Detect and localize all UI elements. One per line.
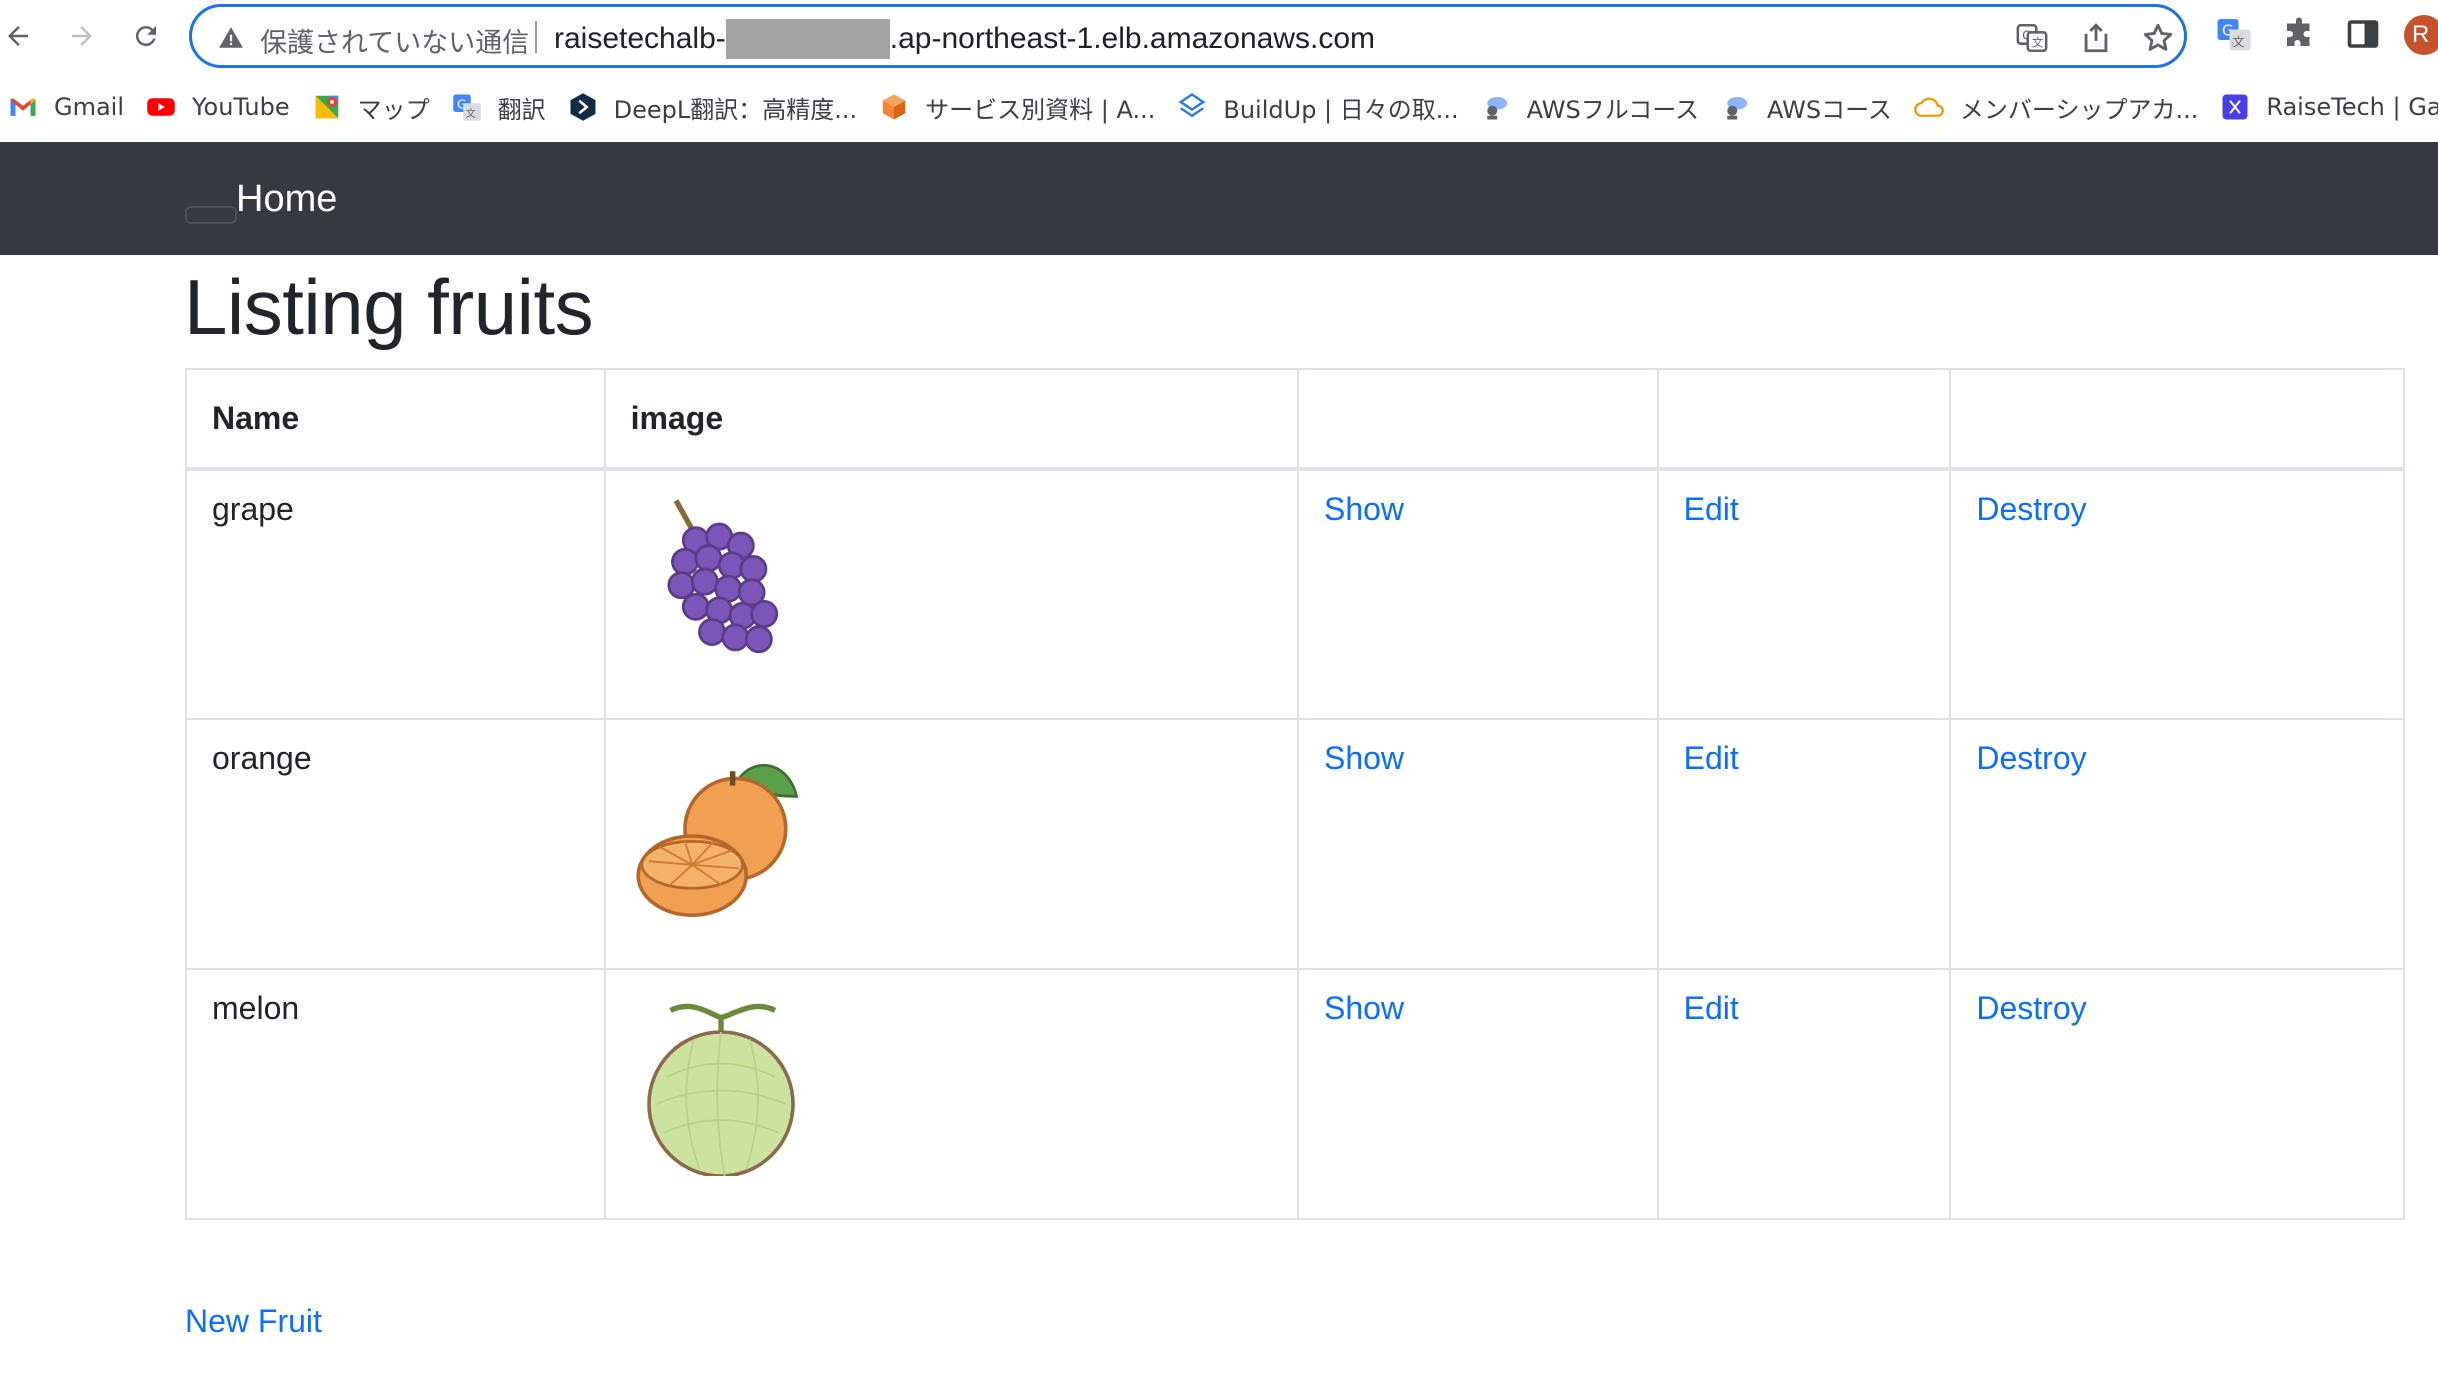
side-panel-icon[interactable] bbox=[2345, 16, 2381, 52]
bookmark-label: 翻訳 bbox=[497, 95, 546, 124]
maps-icon bbox=[312, 92, 342, 122]
fruits-table: Name image grape Show Edit Destroy orang… bbox=[185, 368, 2405, 1220]
destroy-cell: Destroy bbox=[1949, 968, 2405, 1220]
table-row: orange Show Edit Destroy bbox=[185, 718, 2405, 970]
svg-text:文: 文 bbox=[2233, 34, 2245, 49]
edit-cell: Edit bbox=[1656, 968, 1952, 1220]
translate-page-icon[interactable]: G 文 bbox=[2015, 21, 2049, 55]
edit-link[interactable]: Edit bbox=[1684, 740, 1739, 776]
show-link[interactable]: Show bbox=[1324, 740, 1404, 776]
melon-image bbox=[646, 1003, 795, 1176]
column-header-name: Name bbox=[185, 368, 606, 471]
browser-toolbar: 保護されていない通信 raisetechalb- .ap-northeast-1.… bbox=[0, 0, 2438, 72]
bookmark-label: サービス別資料 | A... bbox=[925, 95, 1156, 124]
aws-cube-icon bbox=[879, 92, 909, 122]
bookmark-youtube[interactable]: YouTube bbox=[138, 82, 304, 132]
url-suffix: .ap-northeast-1.elb.amazonaws.com bbox=[889, 22, 1376, 55]
bookmark-star-icon[interactable] bbox=[2141, 21, 2175, 55]
bookmark-aws-course[interactable]: AWSコース bbox=[1713, 82, 1906, 132]
column-header-image: image bbox=[603, 368, 1299, 471]
bookmark-membership[interactable]: メンバーシップアカ... bbox=[1906, 82, 2212, 132]
page-title: Listing fruits bbox=[184, 263, 594, 351]
fruit-name-cell: orange bbox=[185, 718, 606, 970]
address-divider bbox=[535, 21, 537, 53]
gmail-icon bbox=[8, 92, 38, 122]
destroy-cell: Destroy bbox=[1949, 718, 2405, 970]
bookmark-label: BuildUp | 日々の取... bbox=[1223, 95, 1459, 124]
bookmark-label: Gmail bbox=[54, 93, 125, 121]
aws-course-icon bbox=[1721, 92, 1751, 122]
bookmark-label: AWSフルコース bbox=[1526, 95, 1700, 124]
deepl-icon bbox=[568, 92, 598, 122]
edit-link[interactable]: Edit bbox=[1684, 491, 1739, 527]
buildup-icon bbox=[1177, 92, 1207, 122]
grape-image bbox=[667, 499, 778, 654]
bookmark-raisetech[interactable]: RaiseTech | Ga bbox=[2212, 82, 2438, 132]
destroy-link[interactable]: Destroy bbox=[1976, 990, 2086, 1026]
bookmark-aws-full-course[interactable]: AWSフルコース bbox=[1473, 82, 1713, 132]
forward-arrow-icon[interactable] bbox=[60, 14, 104, 58]
fruit-image-cell bbox=[603, 718, 1299, 970]
edit-link[interactable]: Edit bbox=[1684, 990, 1739, 1026]
bookmark-label: DeepL翻訳：高精度... bbox=[613, 95, 858, 124]
fruit-name-cell: grape bbox=[185, 468, 606, 720]
fruit-image-cell bbox=[603, 468, 1299, 720]
table-row: melon Show Edit Destroy bbox=[185, 968, 2405, 1220]
translate-icon: G文 bbox=[452, 92, 482, 122]
share-icon[interactable] bbox=[2079, 21, 2113, 55]
edit-cell: Edit bbox=[1656, 468, 1952, 720]
bookmark-label: RaiseTech | Ga bbox=[2266, 93, 2438, 121]
profile-avatar[interactable]: R bbox=[2404, 15, 2438, 55]
url-redaction bbox=[725, 19, 890, 59]
bookmark-label: AWSコース bbox=[1767, 95, 1892, 124]
navbar-brand-home-link[interactable]: Home bbox=[236, 178, 337, 221]
bookmark-buildup[interactable]: BuildUp | 日々の取... bbox=[1169, 82, 1472, 132]
bookmark-translate[interactable]: G文 翻訳 bbox=[444, 82, 560, 132]
warning-icon[interactable] bbox=[218, 25, 244, 51]
youtube-icon bbox=[146, 92, 176, 122]
raisetech-icon bbox=[2220, 92, 2250, 122]
google-translate-extension-icon[interactable]: G 文 bbox=[2216, 16, 2252, 52]
column-header-edit bbox=[1656, 368, 1952, 471]
show-cell: Show bbox=[1296, 468, 1659, 720]
column-header-show bbox=[1296, 368, 1659, 471]
security-status-label[interactable]: 保護されていない通信 bbox=[260, 21, 529, 60]
back-arrow-icon[interactable] bbox=[0, 14, 40, 58]
table-row: grape Show Edit Destroy bbox=[185, 468, 2405, 720]
address-bar[interactable]: 保護されていない通信 raisetechalb- .ap-northeast-1.… bbox=[189, 4, 2187, 68]
edit-cell: Edit bbox=[1656, 718, 1952, 970]
svg-text:文: 文 bbox=[465, 107, 475, 120]
destroy-cell: Destroy bbox=[1949, 468, 2405, 720]
table-header-row: Name image bbox=[185, 368, 2405, 471]
show-link[interactable]: Show bbox=[1324, 990, 1404, 1026]
bookmark-maps[interactable]: マップ bbox=[304, 82, 444, 132]
new-fruit-link[interactable]: New Fruit bbox=[185, 1303, 322, 1340]
bookmarks-bar: Gmail YouTube マップ G文 翻訳 DeepL翻訳：高精度... サ… bbox=[0, 72, 2438, 142]
fruit-name-cell: melon bbox=[185, 968, 606, 1220]
svg-text:文: 文 bbox=[2032, 36, 2043, 50]
bookmark-aws-docs[interactable]: サービス別資料 | A... bbox=[871, 82, 1169, 132]
bookmark-label: メンバーシップアカ... bbox=[1959, 95, 2199, 124]
reload-icon[interactable] bbox=[124, 14, 168, 58]
url-prefix: raisetechalb- bbox=[554, 22, 726, 55]
bookmark-label: マップ bbox=[357, 95, 430, 124]
navbar-toggler-button[interactable] bbox=[185, 206, 237, 224]
fruit-image-cell bbox=[603, 968, 1299, 1220]
show-link[interactable]: Show bbox=[1324, 491, 1404, 527]
bookmark-label: YouTube bbox=[192, 93, 290, 121]
app-navbar: Home bbox=[0, 142, 2438, 255]
aws-course-icon bbox=[1481, 92, 1511, 122]
orange-image bbox=[636, 763, 798, 917]
bookmark-gmail[interactable]: Gmail bbox=[0, 82, 138, 132]
cloud-icon bbox=[1914, 92, 1944, 122]
bookmark-deepl[interactable]: DeepL翻訳：高精度... bbox=[560, 82, 872, 132]
extensions-puzzle-icon[interactable] bbox=[2281, 16, 2317, 52]
show-cell: Show bbox=[1296, 968, 1659, 1220]
destroy-link[interactable]: Destroy bbox=[1976, 740, 2086, 776]
destroy-link[interactable]: Destroy bbox=[1976, 491, 2086, 527]
show-cell: Show bbox=[1296, 718, 1659, 970]
column-header-destroy bbox=[1949, 368, 2405, 471]
url-text[interactable]: raisetechalb- .ap-northeast-1.elb.amazona… bbox=[554, 19, 1375, 59]
